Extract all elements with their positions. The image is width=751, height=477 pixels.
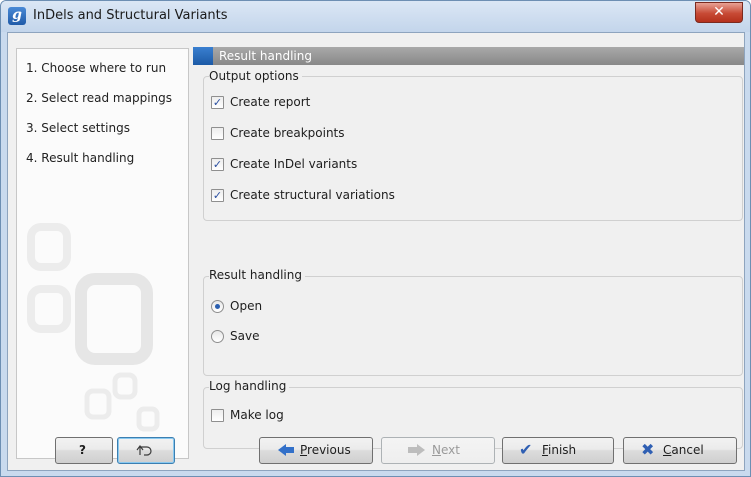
next-label: Next — [432, 443, 460, 457]
make-log-checkbox[interactable] — [211, 409, 224, 422]
create-breakpoints-label: Create breakpoints — [230, 126, 345, 140]
create-indel-variants-label: Create InDel variants — [230, 157, 358, 171]
create-report-checkbox[interactable]: ✓ — [211, 96, 224, 109]
app-logo-icon: g — [8, 7, 26, 25]
finish-label: Finish — [542, 443, 577, 457]
step-select-read-mappings[interactable]: 2. Select read mappings — [26, 91, 172, 105]
save-label: Save — [230, 329, 260, 343]
cancel-x-icon: ✖ — [641, 440, 655, 459]
decorative-squares-watermark — [27, 223, 160, 432]
close-button[interactable]: ✕ — [695, 2, 743, 23]
result-handling-group — [203, 276, 743, 376]
previous-button[interactable]: Previous — [259, 437, 373, 464]
cancel-label: Cancel — [663, 443, 704, 457]
result-handling-panel: Result handling Output options ✓ Create … — [193, 47, 744, 449]
title-bar[interactable]: g InDels and Structural Variants ✕ — [1, 1, 750, 32]
make-log-label: Make log — [230, 408, 284, 422]
save-radio[interactable] — [211, 330, 224, 343]
open-label: Open — [230, 299, 263, 313]
create-structural-variations-label: Create structural variations — [230, 188, 395, 202]
window-title: InDels and Structural Variants — [33, 8, 228, 23]
finish-button[interactable]: ✔ Finish — [502, 437, 614, 464]
create-report-label: Create report — [230, 95, 311, 109]
header-accent-block — [193, 47, 213, 65]
create-breakpoints-checkbox[interactable] — [211, 127, 224, 140]
arrow-right-icon — [417, 444, 425, 456]
dialog-body: 1. Choose where to run 2. Select read ma… — [7, 32, 745, 471]
cancel-button[interactable]: ✖ Cancel — [623, 437, 737, 464]
help-label: ? — [79, 443, 86, 457]
next-button[interactable]: Next — [381, 437, 495, 464]
log-handling-label: Log handling — [209, 379, 290, 393]
dialog-window: g InDels and Structural Variants ✕ 1. Ch… — [0, 0, 751, 477]
create-indel-variants-checkbox[interactable]: ✓ — [211, 158, 224, 171]
result-handling-label: Result handling — [209, 268, 305, 282]
create-structural-variations-checkbox[interactable]: ✓ — [211, 189, 224, 202]
panel-title: Result handling — [219, 49, 312, 63]
wizard-steps-sidebar: 1. Choose where to run 2. Select read ma… — [16, 48, 189, 459]
reset-button[interactable] — [117, 437, 175, 464]
output-options-label: Output options — [209, 69, 302, 83]
open-radio[interactable] — [211, 300, 224, 313]
panel-header: Result handling — [193, 47, 744, 65]
reset-icon — [136, 445, 152, 456]
help-button[interactable]: ? — [55, 437, 113, 464]
step-choose-where-to-run[interactable]: 1. Choose where to run — [26, 61, 166, 75]
step-result-handling[interactable]: 4. Result handling — [26, 151, 134, 165]
previous-label: Previous — [300, 443, 351, 457]
checkmark-icon: ✔ — [519, 440, 533, 459]
step-select-settings[interactable]: 3. Select settings — [26, 121, 130, 135]
